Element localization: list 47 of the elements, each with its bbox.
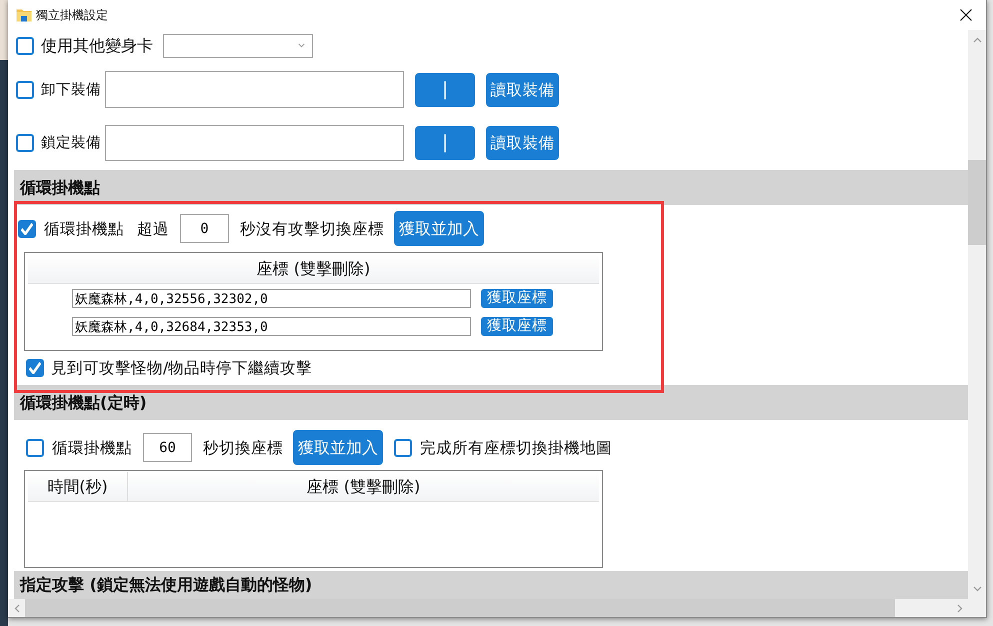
chevron-right-icon[interactable] — [956, 604, 962, 612]
window-title: 獨立掛機設定 — [36, 7, 108, 23]
seconds-field[interactable]: 0 — [180, 214, 229, 243]
seconds-field[interactable]: 60 — [143, 433, 192, 462]
scrollbar-thumb[interactable] — [968, 160, 986, 245]
option-label: 循環掛機點 — [44, 218, 124, 238]
dropdown-field[interactable] — [163, 34, 313, 58]
pipe-button[interactable]: | — [415, 126, 475, 160]
checkbox[interactable] — [18, 220, 36, 238]
read-equipment-button[interactable]: 讀取裝備 — [486, 72, 559, 106]
option-label: 鎖定裝備 — [41, 134, 101, 152]
section-header: 循環掛機點(定時) — [14, 385, 968, 420]
coordinate-field[interactable]: 妖魔森林,4,0,32684,32353,0 — [72, 317, 471, 336]
option-label: 見到可攻擊怪物/物品時停下繼續攻擊 — [51, 358, 312, 378]
option-label: 秒切換座標 — [203, 438, 283, 458]
get-coordinate-button[interactable]: 獲取座標 — [481, 289, 553, 308]
checkbox[interactable] — [394, 438, 412, 456]
chevron-left-icon[interactable] — [14, 604, 20, 612]
checkbox[interactable] — [16, 80, 34, 98]
get-and-add-button[interactable]: 獲取並加入 — [293, 430, 383, 465]
option-label: 使用其他變身卡 — [41, 36, 153, 56]
pipe-button[interactable]: | — [415, 72, 475, 106]
option-label: 卸下裝備 — [41, 80, 101, 100]
section-header: 循環掛機點 — [14, 170, 968, 205]
checkbox[interactable] — [16, 134, 34, 152]
close-icon[interactable] — [960, 9, 972, 21]
chevron-up-icon[interactable] — [972, 37, 982, 43]
option-label: 完成所有座標切換掛機地圖 — [420, 438, 612, 458]
folder-icon — [16, 7, 32, 23]
read-equipment-button[interactable]: 讀取裝備 — [486, 126, 559, 160]
checkbox[interactable] — [26, 438, 44, 456]
checkmark-icon[interactable] — [21, 222, 33, 234]
option-label: 超過 — [137, 218, 169, 238]
option-label: 循環掛機點 — [52, 438, 132, 458]
equipment-field[interactable] — [105, 71, 404, 108]
checkbox[interactable] — [16, 36, 34, 54]
option-label: 秒沒有攻擊切換座標 — [240, 218, 384, 238]
section-header: 指定攻擊 (鎖定無法使用遊戲自動的怪物) — [14, 571, 968, 599]
checkbox[interactable] — [26, 359, 44, 377]
chevron-down-icon[interactable] — [298, 43, 305, 48]
get-and-add-button[interactable]: 獲取並加入 — [394, 211, 484, 246]
column-header: 時間(秒) — [28, 472, 128, 502]
chevron-down-icon[interactable] — [972, 586, 982, 592]
coordinate-field[interactable]: 妖魔森林,4,0,32556,32302,0 — [72, 289, 471, 308]
checkmark-icon[interactable] — [29, 362, 41, 374]
equipment-field[interactable] — [105, 124, 404, 160]
get-coordinate-button[interactable]: 獲取座標 — [481, 317, 553, 336]
